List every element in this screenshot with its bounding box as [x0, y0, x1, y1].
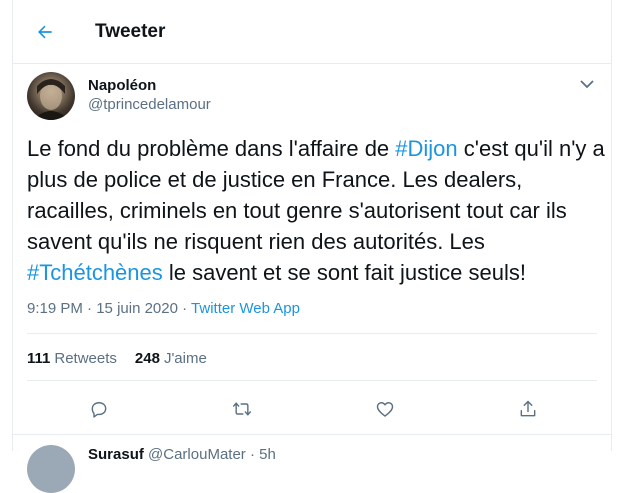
tweet-text-segment: le savent et se sont fait justice seuls! [162, 260, 526, 285]
retweet-icon [232, 402, 251, 416]
hashtag-link[interactable]: #Tchétchènes [27, 260, 163, 285]
retweets-count: 111 [27, 350, 51, 367]
next-tweet-header: Surasuf @CarlouMater · 5h [88, 446, 276, 463]
next-tweet-time[interactable]: · 5h [250, 446, 276, 463]
more-options-button[interactable] [577, 76, 597, 92]
meta-separator: · [87, 300, 93, 317]
tweet-time[interactable]: 9:19 PM [27, 300, 83, 317]
author-name[interactable]: Napoléon [88, 77, 156, 94]
like-button[interactable] [369, 393, 401, 425]
likes-count: 248 [134, 350, 160, 367]
avatar-portrait-icon [33, 79, 69, 120]
tweet-text-segment: Le fond du problème dans l'affaire de [27, 136, 396, 161]
likes-stat[interactable]: 248 J'aime [135, 350, 207, 367]
back-arrow-icon [38, 25, 52, 38]
tweet-date[interactable]: 15 juin 2020 [96, 300, 178, 317]
reply-icon [91, 402, 106, 418]
tweet-actions [27, 393, 599, 425]
share-icon [520, 400, 535, 417]
retweets-label: Retweets [54, 350, 117, 367]
tweet-meta: 9:19 PM · 15 juin 2020 · Twitter Web App [27, 300, 300, 317]
next-tweet-avatar[interactable] [27, 445, 75, 493]
retweet-button[interactable] [226, 393, 258, 425]
reply-button[interactable] [83, 393, 115, 425]
tweet-stats: 111 Retweets 248 J'aime [27, 350, 207, 367]
chevron-down-icon [580, 80, 594, 89]
divider [13, 434, 611, 435]
divider [27, 333, 597, 334]
page-title: Tweeter [95, 20, 166, 42]
tweet-source-link[interactable]: Twitter Web App [191, 300, 300, 317]
author-handle[interactable]: @tprincedelamour [88, 96, 211, 113]
next-tweet-author-name[interactable]: Surasuf [88, 446, 144, 463]
retweets-stat[interactable]: 111 Retweets [27, 350, 117, 367]
tweet-text: Le fond du problème dans l'affaire de #D… [27, 133, 605, 288]
divider [27, 380, 597, 381]
timeline-column: Tweeter Napoléon @tprincedelamour Le fon… [12, 0, 612, 493]
share-button[interactable] [512, 393, 544, 425]
likes-label: J'aime [163, 350, 207, 367]
author-avatar[interactable] [27, 72, 75, 120]
like-icon [376, 402, 393, 417]
next-tweet-author-handle[interactable]: @CarlouMater [148, 446, 246, 463]
hashtag-link[interactable]: #Dijon [395, 136, 457, 161]
back-button[interactable] [33, 20, 57, 44]
meta-separator: · [182, 300, 188, 317]
page-header: Tweeter [13, 0, 611, 64]
